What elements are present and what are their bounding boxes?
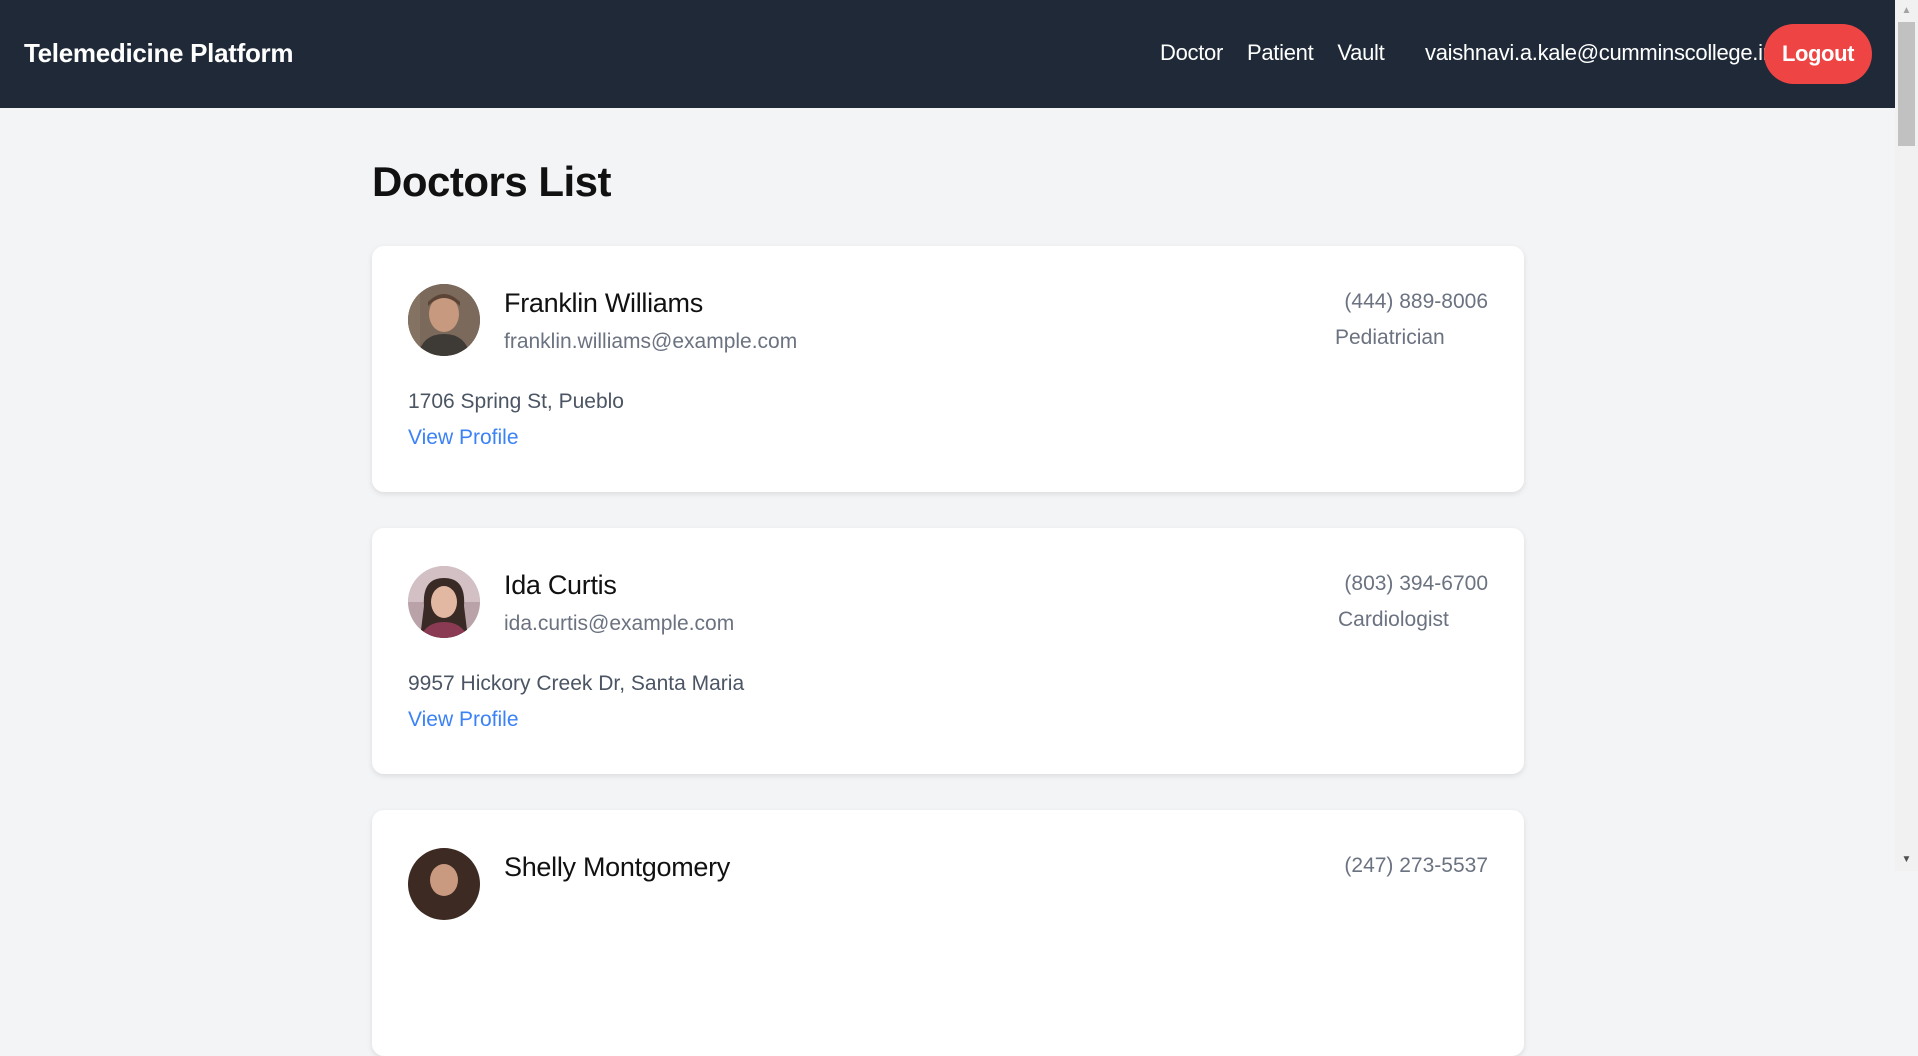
doctor-specialty: Pediatrician (1335, 326, 1445, 349)
doctor-address: 9957 Hickory Creek Dr, Santa Maria (408, 672, 745, 695)
scroll-up-arrow-icon[interactable]: ▲ (1898, 4, 1915, 18)
doctor-email: ida.curtis@example.com (504, 612, 735, 635)
doctor-phone: (444) 889-8006 (1344, 290, 1488, 313)
avatar (408, 284, 480, 356)
doctor-email: franklin.williams@example.com (504, 330, 798, 353)
doctor-name: Shelly Montgomery (504, 852, 730, 882)
doctor-name: Franklin Williams (504, 288, 703, 318)
logout-button[interactable]: Logout (1764, 24, 1872, 84)
doctor-phone: (803) 394-6700 (1344, 572, 1488, 595)
view-profile-link[interactable]: View Profile (408, 708, 519, 732)
doctor-card: Franklin Williams franklin.williams@exam… (372, 246, 1524, 492)
avatar (408, 566, 480, 638)
scrollbar-thumb[interactable] (1898, 22, 1915, 146)
nav-vault[interactable]: Vault (1337, 40, 1384, 66)
doctor-name: Ida Curtis (504, 570, 617, 600)
view-profile-link[interactable]: View Profile (408, 426, 519, 450)
doctor-specialty: Cardiologist (1338, 608, 1449, 631)
nav-patient[interactable]: Patient (1247, 40, 1314, 66)
nav-doctor[interactable]: Doctor (1160, 40, 1223, 66)
main-nav: Doctor Patient Vault (1160, 40, 1385, 66)
page-title: Doctors List (372, 158, 612, 205)
doctor-address: 1706 Spring St, Pueblo (408, 390, 624, 413)
avatar (408, 848, 480, 920)
doctor-card: Ida Curtis ida.curtis@example.com (803) … (372, 528, 1524, 774)
doctor-phone: (247) 273-5537 (1344, 854, 1488, 877)
top-navbar: Telemedicine Platform Doctor Patient Vau… (0, 0, 1895, 108)
scroll-down-arrow-icon[interactable]: ▼ (1898, 853, 1915, 867)
doctor-card: Shelly Montgomery (247) 273-5537 (372, 810, 1524, 1056)
brand-title[interactable]: Telemedicine Platform (24, 38, 294, 69)
user-email: vaishnavi.a.kale@cumminscollege.in (1425, 40, 1775, 65)
